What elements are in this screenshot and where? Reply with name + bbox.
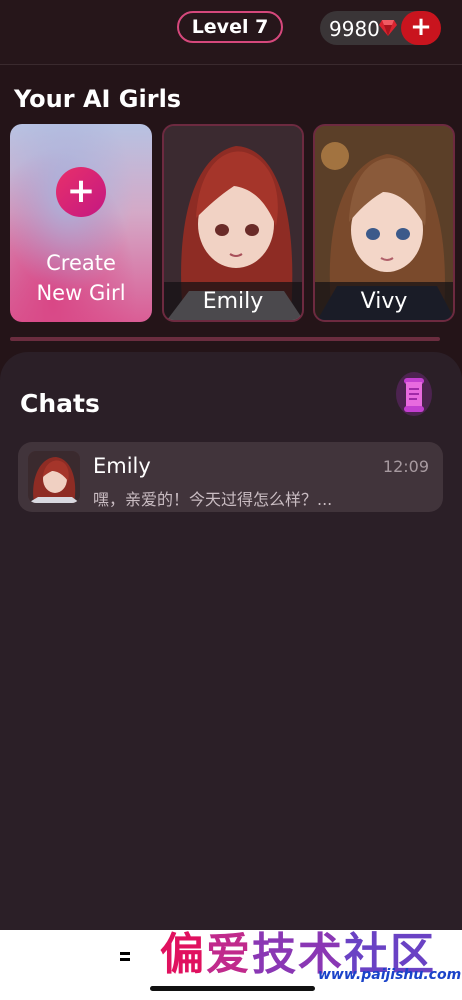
coin-balance[interactable]: 9980 + [320,11,441,45]
create-plus-button[interactable]: + [56,167,106,217]
girl-card-vivy[interactable]: Vivy [313,124,455,322]
menu-icon[interactable] [120,952,132,962]
avatar [28,451,80,503]
section-title-chats: Chats [20,389,100,418]
chat-preview: 嘿，亲爱的！今天过得怎么样？... [93,490,333,509]
watermark-char-2: 爱 [206,929,252,980]
create-label-line2: New Girl [36,281,126,305]
scroll-indicator [10,337,440,341]
home-indicator[interactable] [150,986,315,991]
section-title-ai-girls: Your AI Girls [14,85,182,113]
chat-list-item[interactable]: Emily 12:09 嘿，亲爱的！今天过得怎么样？... [18,442,443,512]
girl-name-vivy: Vivy [315,282,453,320]
watermark-char-1: 偏 [160,929,206,980]
girl-card-emily[interactable]: Emily [162,124,304,322]
scroll-icon[interactable] [396,370,432,418]
chat-contact-name: Emily [93,454,151,478]
chat-timestamp: 12:09 [382,457,429,476]
girl-name-emily: Emily [164,282,302,320]
create-new-girl-card[interactable]: + Create New Girl [10,124,152,322]
chats-panel [0,352,462,930]
level-label: Level 7 [191,16,269,38]
coin-count: 9980 [329,17,380,41]
add-coins-button[interactable]: + [401,11,441,45]
watermark-url: www.paijishu.com [318,967,462,983]
create-label-line1: Create [46,251,116,275]
plus-icon: + [410,12,432,42]
ruby-icon [379,20,397,36]
level-badge[interactable]: Level 7 [177,11,283,43]
plus-icon: + [66,170,96,211]
